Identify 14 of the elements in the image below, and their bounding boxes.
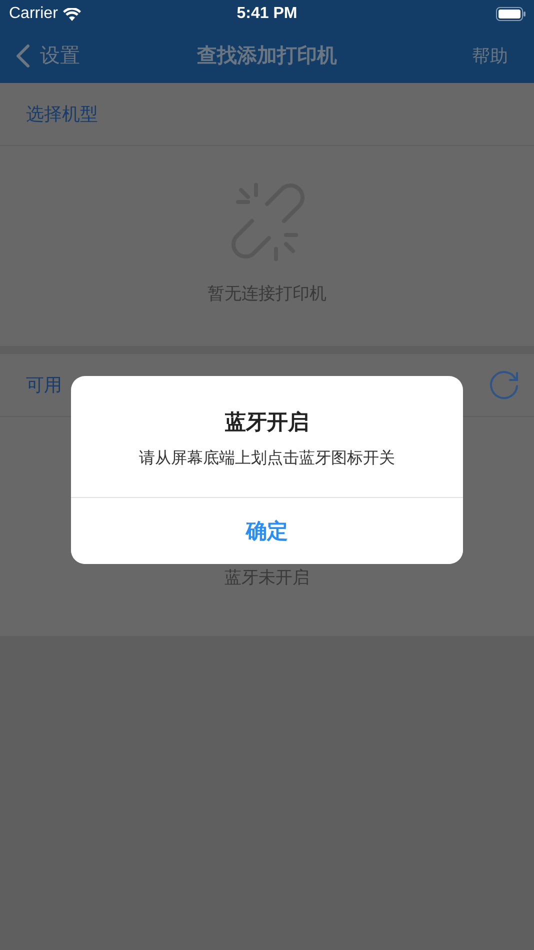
chevron-left-icon — [16, 44, 30, 68]
back-button[interactable]: 设置 — [16, 42, 80, 69]
section-label: 选择机型 — [26, 103, 98, 126]
help-button[interactable]: 帮助 — [472, 44, 508, 68]
alert-message: 请从屏幕底端上划点击蓝牙图标开关 — [138, 447, 396, 469]
confirm-button[interactable]: 确定 — [71, 497, 463, 564]
section-label: 可用 — [26, 374, 62, 397]
clock-time: 5:41 PM — [236, 5, 298, 22]
refresh-icon[interactable] — [488, 369, 520, 401]
wifi-icon — [62, 8, 81, 20]
carrier-label: Carrier — [9, 5, 58, 23]
battery-icon — [496, 7, 526, 21]
page-title: 查找添加打印机 — [197, 43, 337, 67]
alert-title: 蓝牙开启 — [224, 409, 310, 436]
